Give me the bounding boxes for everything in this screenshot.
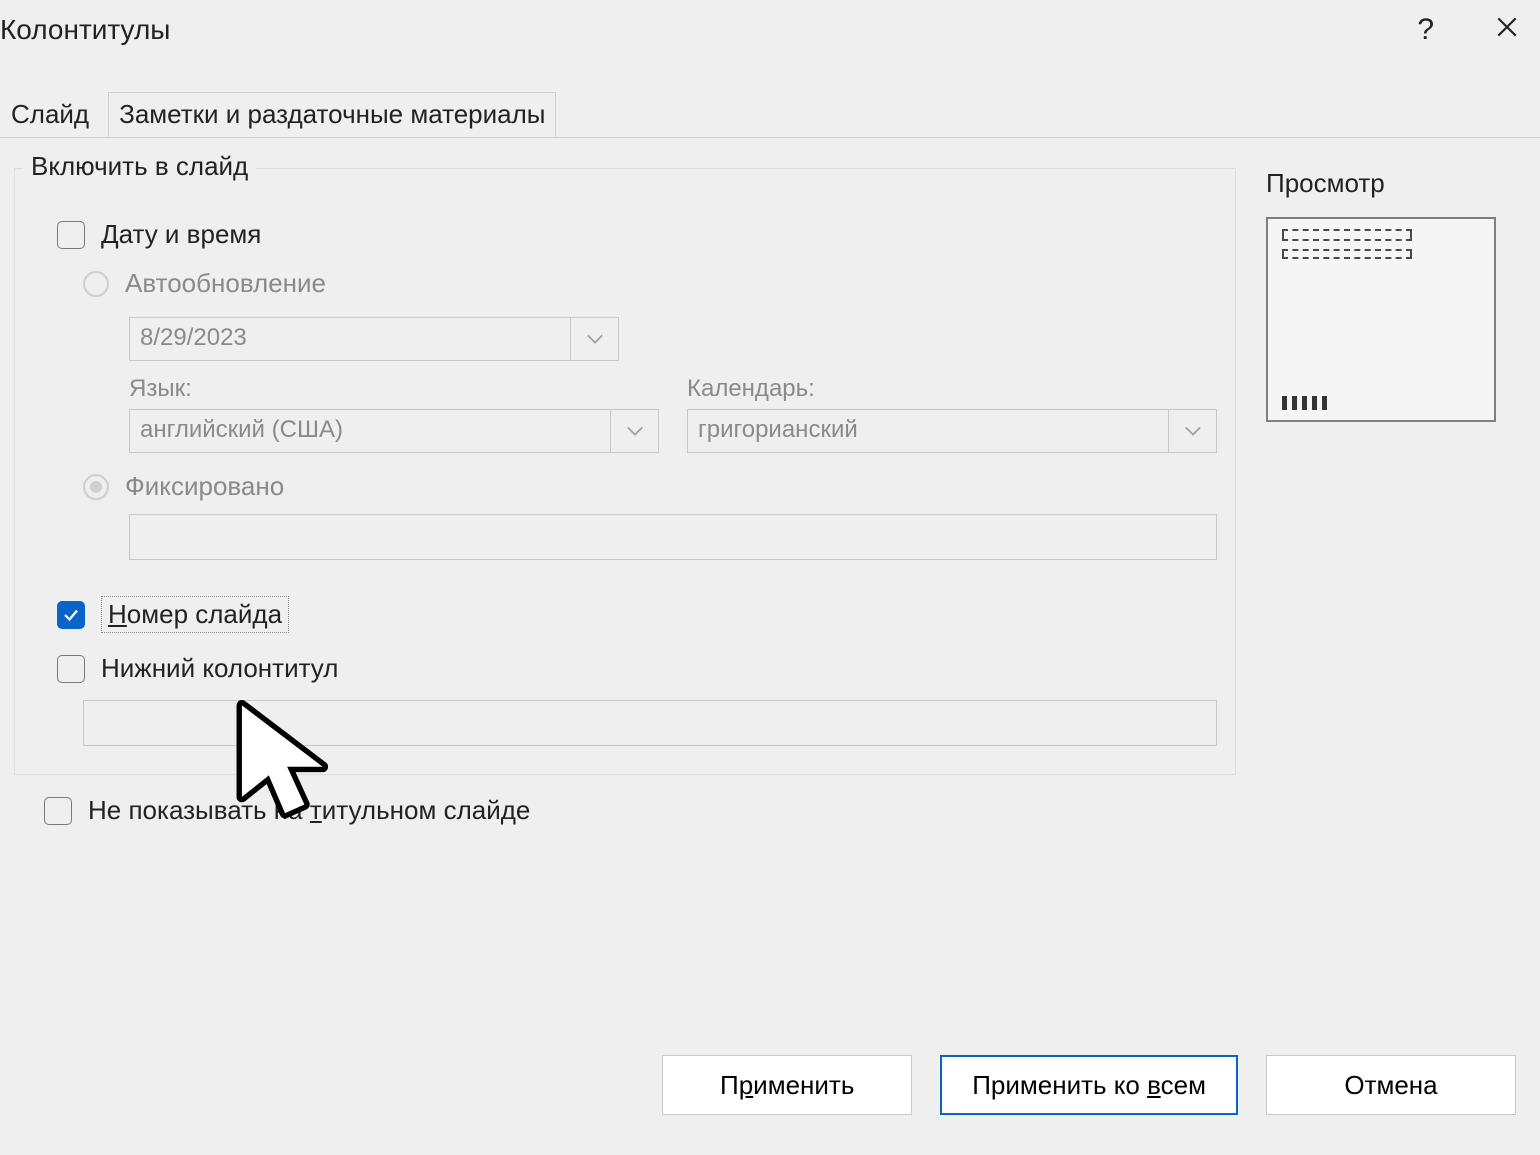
tabstrip: Слайд Заметки и раздаточные материалы — [0, 56, 1540, 138]
language-value: английский (США) — [130, 410, 610, 452]
tab-slide[interactable]: Слайд — [0, 92, 100, 137]
preview-page-number — [1282, 396, 1332, 410]
tab-notes-handouts[interactable]: Заметки и раздаточные материалы — [108, 92, 556, 137]
radio-fixed — [83, 474, 109, 500]
label-footer: Нижний колонтитул — [101, 653, 338, 684]
apply-button[interactable]: Применить — [662, 1055, 912, 1115]
preview-label: Просмотр — [1266, 168, 1526, 199]
input-footer-text — [83, 700, 1217, 746]
label-language: Язык: — [129, 375, 659, 403]
radio-auto-update — [83, 271, 109, 297]
label-slide-number: Номер слайда — [101, 596, 289, 633]
close-icon — [1494, 14, 1520, 40]
cancel-button[interactable]: Отмена — [1266, 1055, 1516, 1115]
preview-placeholder-subtitle — [1282, 249, 1412, 259]
chevron-down-icon — [610, 410, 658, 452]
chevron-down-icon — [570, 318, 618, 360]
help-button[interactable]: ? — [1417, 15, 1434, 45]
checkbox-footer[interactable] — [57, 655, 85, 683]
label-hide-on-title: Не показывать на титульном слайде — [88, 795, 530, 826]
dropdown-date-format: 8/29/2023 — [129, 317, 619, 361]
preview-thumbnail — [1266, 217, 1496, 422]
calendar-value: григорианский — [688, 410, 1168, 452]
include-group: Включить в слайд Дату и время Автообновл… — [14, 168, 1236, 775]
dropdown-calendar: григорианский — [687, 409, 1217, 453]
include-group-title: Включить в слайд — [23, 151, 256, 182]
checkbox-hide-on-title[interactable] — [44, 797, 72, 825]
checkbox-slide-number[interactable] — [57, 601, 85, 629]
dialog-title: Колонтитулы — [0, 14, 170, 46]
preview-placeholder-title — [1282, 229, 1412, 241]
date-format-value: 8/29/2023 — [130, 318, 570, 360]
chevron-down-icon — [1168, 410, 1216, 452]
checkbox-date-time[interactable] — [57, 221, 85, 249]
label-auto-update: Автообновление — [125, 268, 326, 299]
input-fixed-date — [129, 514, 1217, 560]
label-date-time: Дату и время — [101, 219, 261, 250]
label-calendar: Календарь: — [687, 375, 1217, 403]
header-footer-dialog: Колонтитулы ? Слайд Заметки и раздаточны… — [0, 0, 1540, 1155]
label-fixed: Фиксировано — [125, 471, 284, 502]
dropdown-language: английский (США) — [129, 409, 659, 453]
apply-all-button[interactable]: Применить ко всем — [940, 1055, 1238, 1115]
close-button[interactable] — [1494, 14, 1520, 46]
titlebar: Колонтитулы ? — [0, 0, 1540, 56]
